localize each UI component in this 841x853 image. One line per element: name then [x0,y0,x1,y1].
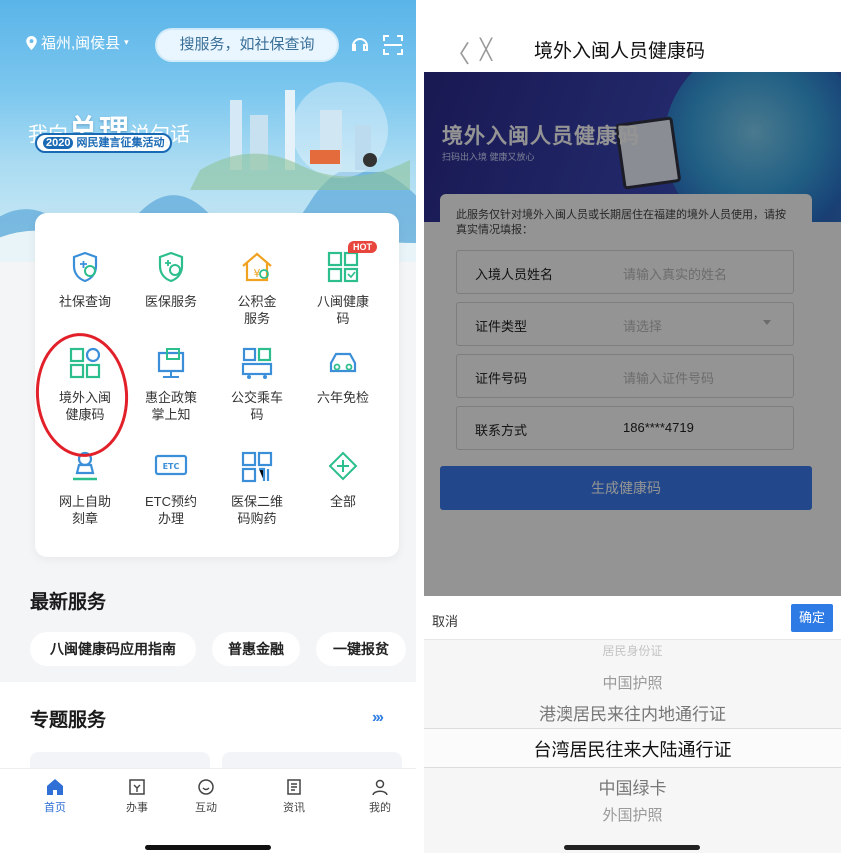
grid-item-medical-qr[interactable]: 医保二维 码购药 [213,447,301,527]
tab-interact[interactable]: 互动 [176,777,236,815]
screen-divider [416,0,424,853]
grid-item-medical-insurance[interactable]: 医保服务 [127,247,215,310]
news-icon [287,779,301,795]
all-services-icon [328,451,358,481]
grid-item-health-code[interactable]: HOT 八闽健康 码 [299,241,387,327]
tab-home[interactable]: 首页 [25,777,85,815]
back-arrow-icon[interactable]: 〈 [446,34,470,69]
profile-icon [372,779,388,796]
medical-qr-icon [241,451,273,483]
grid-item-all[interactable]: 全部 [299,447,387,510]
picker-option[interactable]: 中国护照 [424,672,841,693]
close-icon[interactable]: ╳ [480,37,492,62]
social-security-shield-icon [72,251,98,283]
city-illustration [190,82,410,190]
etc-text: ETC [163,462,180,471]
page-title: 境外入闽人员健康码 [534,41,706,62]
topic-services-title: 专题服务 [30,710,107,731]
bottom-tab-bar: 首页 办事 互动 资讯 我的 [0,768,416,853]
car-inspection-icon [329,352,357,373]
headset-icon[interactable] [349,34,371,56]
chip-poverty-report[interactable]: 一键报贫 [316,632,406,666]
nav-bar: 〈 ╳ 境外入闽人员健康码 [424,0,841,72]
grid-item-housing-fund[interactable]: ¥ 公积金 服务 [213,247,301,327]
picker-toolbar: 取消 确定 [424,596,841,640]
interact-icon [198,779,214,795]
etc-icon: ETC [154,454,188,476]
cancel-button[interactable]: 取消 [432,611,458,630]
grid-item-enterprise-policy[interactable]: 惠企政策 掌上知 [127,343,215,423]
location-selector[interactable]: 福州,闽侯县 ▾ [26,32,129,53]
left-phone-screen: 福州,闽侯县 ▾ 搜服务，如社保查询 我向总理说句话 2020网民建言征集活动 … [0,0,416,853]
home-indicator [564,845,700,850]
medical-shield-icon [158,251,184,283]
picker-sheet: 取消 确定 居民身份证 中国护照 港澳居民来往内地通行证 台湾居民往来大陆通行证… [424,596,841,853]
picker-option-selected[interactable]: 台湾居民往来大陆通行证 [424,736,841,762]
picker-option[interactable]: 港澳居民来往内地通行证 [424,700,841,725]
search-input[interactable]: 搜服务，如社保查询 [157,30,337,60]
service-icon [129,779,145,795]
housing-fund-icon: ¥ [242,252,272,282]
picker-option[interactable]: 居民身份证 [424,642,841,656]
chip-health-code-guide[interactable]: 八闽健康码应用指南 [30,632,196,666]
health-qr-icon [327,251,359,283]
chip-inclusive-finance[interactable]: 普惠金融 [212,632,300,666]
location-pin-icon [26,35,37,50]
chevron-down-icon: ▾ [124,37,129,47]
scan-icon[interactable] [382,34,404,56]
hot-badge: HOT [348,241,377,253]
grid-item-social-security[interactable]: 社保查询 [41,247,129,310]
tab-service[interactable]: 办事 [107,777,167,815]
grid-item-online-seal[interactable]: 网上自助 刻章 [41,447,129,527]
right-phone-screen: 〈 ╳ 境外入闽人员健康码 境外入闽人员健康码 扫码出入境 健康又放心 此服务仅… [424,0,841,853]
grid-item-bus-code[interactable]: 公交乘车 码 [213,343,301,423]
picker-option[interactable]: 外国护照 [424,804,841,825]
grid-item-etc[interactable]: ETC ETC预约 办理 [127,447,215,527]
home-indicator [145,845,271,850]
tab-profile[interactable]: 我的 [350,777,410,815]
campaign-badge: 2020 网民建言征集活动 [35,133,173,153]
tab-news[interactable]: 资讯 [264,777,324,815]
id-type-picker[interactable]: 居民身份证 中国护照 港澳居民来往内地通行证 台湾居民往来大陆通行证 中国绿卡 … [424,640,841,853]
grid-item-car-inspection[interactable]: 六年免检 [299,343,387,406]
latest-services-title: 最新服务 [30,592,107,613]
picker-option[interactable]: 中国绿卡 [424,774,841,799]
home-icon [47,779,63,795]
more-arrow-icon[interactable]: ››› [372,709,384,727]
confirm-button[interactable]: 确定 [791,604,833,632]
bus-qr-icon [241,347,273,379]
location-text: 福州,闽侯县 [41,35,121,52]
policy-doc-icon [157,348,185,378]
